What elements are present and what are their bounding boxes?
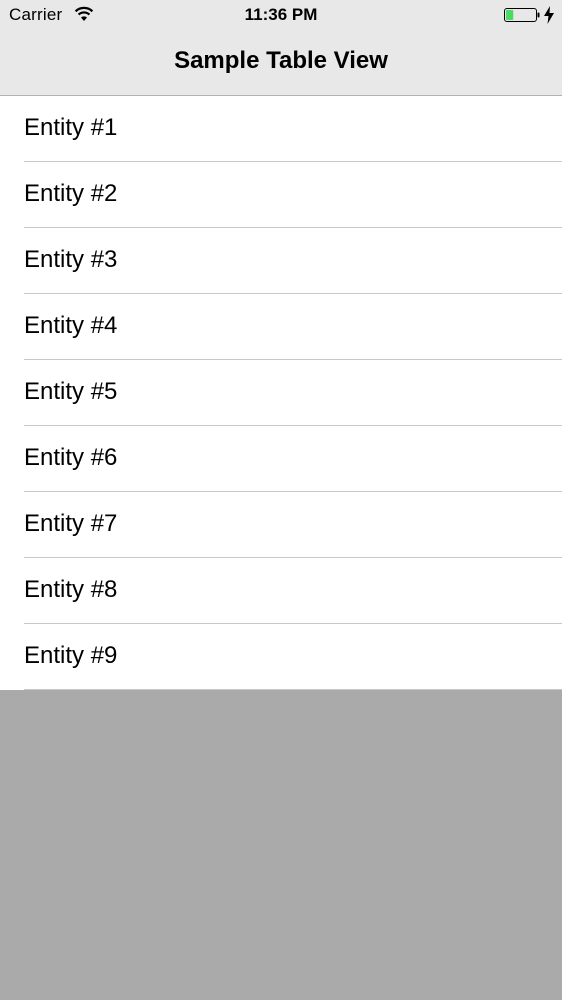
table-row[interactable]: Entity #7 (0, 492, 562, 558)
table-row-label: Entity #8 (24, 576, 118, 603)
battery-icon (504, 8, 540, 22)
table-row[interactable]: Entity #4 (0, 294, 562, 360)
table-row-label: Entity #5 (24, 378, 118, 405)
table-row-label: Entity #4 (24, 312, 118, 339)
screen: Carrier 11:36 PM Sample Table View Entit… (0, 0, 562, 1000)
table-row[interactable]: Entity #3 (0, 228, 562, 294)
table-row[interactable]: Entity #1 (0, 96, 562, 162)
table-row[interactable]: Entity #6 (0, 426, 562, 492)
table-row[interactable]: Entity #2 (0, 162, 562, 228)
page-title: Sample Table View (174, 47, 388, 74)
table-row[interactable]: Entity #5 (0, 360, 562, 426)
table-view[interactable]: Entity #1 Entity #2 Entity #3 Entity #4 … (0, 96, 562, 690)
table-row-label: Entity #7 (24, 510, 118, 537)
charging-icon (544, 6, 554, 24)
status-time: 11:36 PM (244, 5, 318, 24)
table-row[interactable]: Entity #8 (0, 558, 562, 624)
table-row[interactable]: Entity #9 (0, 624, 562, 690)
status-bar: Carrier 11:36 PM (0, 0, 562, 30)
table-row-label: Entity #6 (24, 444, 118, 471)
table-row-label: Entity #9 (24, 642, 118, 669)
table-row-label: Entity #1 (24, 114, 118, 141)
top-bar: Carrier 11:36 PM Sample Table View (0, 0, 562, 96)
table-row-label: Entity #3 (24, 246, 118, 273)
table-row-label: Entity #2 (24, 180, 118, 207)
